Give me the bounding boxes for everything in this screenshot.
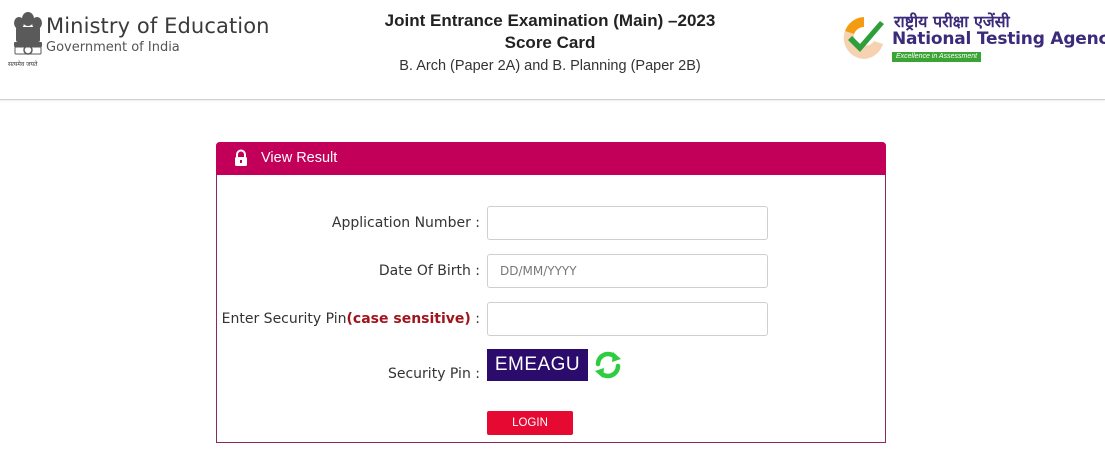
- nta-checkmark-logo-icon: [843, 17, 884, 59]
- captcha-image: EMEAGU: [487, 349, 588, 381]
- agency-tagline: Excellence in Assessment: [892, 52, 982, 62]
- application-number-label: Application Number :: [331, 215, 480, 231]
- agency-name: National Testing Agency: [892, 29, 1105, 49]
- lock-icon: [235, 149, 247, 166]
- exam-title: Joint Entrance Examination (Main) –2023: [384, 11, 716, 30]
- security-pin-label: Security Pin :: [387, 366, 480, 382]
- ministry-subtitle: Government of India: [46, 40, 180, 55]
- page-header: सत्यमेव जयते Ministry of Education Gover…: [0, 0, 1105, 100]
- panel-header: View Result: [216, 142, 886, 175]
- date-of-birth-input[interactable]: [487, 254, 768, 288]
- agency-branding: राष्ट्रीय परीक्षा एजेंसी National Testin…: [840, 12, 1105, 64]
- panel-title: View Result: [261, 150, 338, 166]
- date-of-birth-label: Date Of Birth :: [378, 263, 480, 279]
- exam-paper: B. Arch (Paper 2A) and B. Planning (Pape…: [399, 58, 701, 74]
- login-button[interactable]: LOGIN: [487, 411, 573, 435]
- refresh-icon[interactable]: [592, 349, 624, 381]
- view-result-panel: View Result Application Number : Date Of…: [216, 142, 886, 443]
- security-pin-label-text: Enter Security Pin: [221, 311, 347, 327]
- ministry-branding: सत्यमेव जयते Ministry of Education Gover…: [8, 10, 278, 70]
- security-pin-label-colon: :: [470, 311, 480, 327]
- exam-heading: Joint Entrance Examination (Main) –2023 …: [300, 10, 800, 77]
- emblem-caption: सत्यमेव जयते: [8, 61, 38, 68]
- case-sensitive-note: (case sensitive): [346, 311, 471, 327]
- application-number-input[interactable]: [487, 206, 768, 240]
- security-pin-input[interactable]: [487, 302, 768, 336]
- ministry-title: Ministry of Education: [46, 14, 270, 38]
- exam-subtitle: Score Card: [504, 33, 596, 52]
- security-pin-entry-label: Enter Security Pin(case sensitive) :: [222, 311, 480, 327]
